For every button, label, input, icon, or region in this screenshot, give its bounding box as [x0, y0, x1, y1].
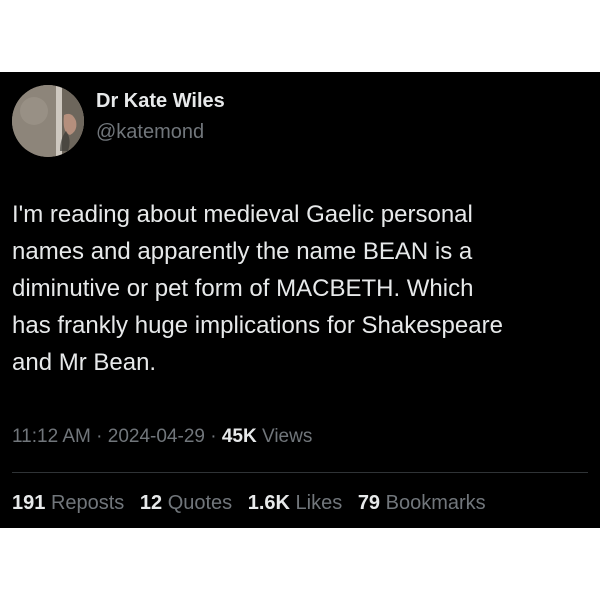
tweet-text-line: has frankly huge implications for Shakes… [12, 312, 503, 339]
avatar-image [12, 85, 84, 157]
tweet-text-line: diminutive or pet form of MACBETH. Which [12, 275, 474, 302]
quotes-count: 12 [139, 492, 163, 514]
reposts-count: 191 [12, 492, 46, 514]
bookmarks-label: Bookmarks [385, 492, 486, 514]
author-handle[interactable]: @katemond [96, 121, 204, 144]
quotes-label: Quotes [167, 492, 233, 514]
tweet-text: I'm reading about medieval Gaelic person… [12, 196, 590, 381]
bookmarks-count: 79 [357, 492, 381, 514]
divider [12, 472, 588, 473]
author-name[interactable]: Dr Kate Wiles [96, 90, 225, 113]
meta-separator: · [210, 426, 217, 447]
likes-label: Likes [295, 492, 343, 514]
engagement-stats: 191 Reposts 12 Quotes 1.6K Likes 79 Book… [12, 492, 496, 515]
tweet-text-line: and Mr Bean. [12, 349, 157, 376]
quotes-stat[interactable]: 12 Quotes [140, 492, 232, 515]
tweet-card: Dr Kate Wiles @katemond I'm reading abou… [0, 72, 600, 528]
views-label: Views [262, 426, 313, 447]
avatar[interactable] [12, 85, 84, 157]
likes-stat[interactable]: 1.6K Likes [248, 492, 343, 515]
reposts-stat[interactable]: 191 Reposts [12, 492, 124, 515]
tweet-meta: 11:12 AM · 2024-04-29 · 45K Views [12, 426, 312, 448]
tweet-text-line: names and apparently the name BEAN is a [12, 238, 473, 265]
bookmarks-stat[interactable]: 79 Bookmarks [358, 492, 486, 515]
tweet-time[interactable]: 11:12 AM [12, 426, 91, 447]
likes-count: 1.6K [247, 492, 290, 514]
reposts-label: Reposts [50, 492, 125, 514]
tweet-date[interactable]: 2024-04-29 [108, 426, 205, 447]
tweet-text-line: I'm reading about medieval Gaelic person… [12, 201, 473, 228]
meta-separator: · [96, 426, 103, 447]
views-count: 45K [221, 426, 257, 447]
